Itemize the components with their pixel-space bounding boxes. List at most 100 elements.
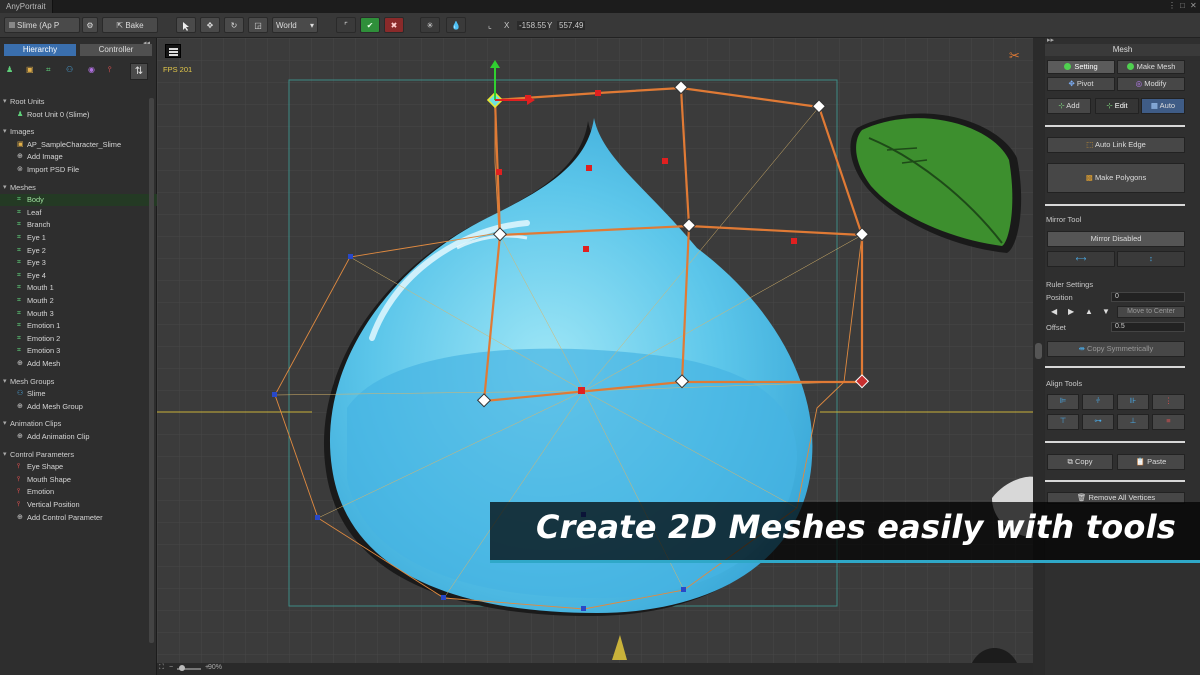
tree-item-label: Branch (27, 220, 51, 230)
arrow-up-icon[interactable]: ▲ (1085, 307, 1093, 316)
mesh-filter-icon[interactable]: ⌗ (46, 65, 60, 79)
tree-item-label: Emotion 3 (27, 346, 61, 356)
confirm-check-icon[interactable]: ✔ (360, 17, 380, 33)
tree-section-header[interactable]: Mesh Groups (0, 376, 158, 388)
position-input[interactable]: 0 (1111, 292, 1185, 302)
fit-icon[interactable]: ⛶ (159, 664, 164, 672)
edit-button[interactable]: ⊹ Edit (1095, 98, 1139, 114)
copy-icon: ⧉ (1067, 457, 1075, 466)
tree-section-header[interactable]: Meshes (0, 182, 158, 194)
tree-item-label: Add Control Parameter (27, 512, 103, 522)
paste-button[interactable]: 📋 Paste (1117, 454, 1185, 470)
mesh-icon: ⌗ (17, 259, 21, 267)
pivot-button[interactable]: ✥ Pivot (1047, 77, 1115, 91)
move-tool-icon[interactable]: ✥ (200, 17, 220, 33)
image-filter-icon[interactable]: ▣ (26, 65, 40, 79)
mesh-icon: ⌗ (17, 322, 21, 330)
tree-section-header[interactable]: Control Parameters (0, 449, 158, 461)
window-title-tab[interactable]: AnyPortrait (0, 0, 53, 13)
tree-section-header[interactable]: Root Units (0, 96, 158, 108)
scale-tool-icon[interactable]: ◲ (248, 17, 268, 33)
mesh-icon: ⌗ (17, 208, 21, 216)
tree-item-label: Eye 1 (27, 233, 46, 242)
arrow-down-icon[interactable]: ▼ (1102, 307, 1110, 316)
remove-all-vertices-label: Remove All Vertices (1088, 493, 1156, 502)
sort-icon[interactable]: ⇅ (130, 63, 148, 80)
modify-icon: ◎ (1135, 79, 1145, 88)
ruler-settings-label: Ruler Settings (1046, 280, 1094, 289)
copy-button[interactable]: ⧉ Copy (1047, 454, 1113, 470)
select-tool-icon[interactable] (176, 17, 196, 33)
coord-x-value[interactable]: -158.55 (517, 21, 549, 30)
settings-gear-icon[interactable]: ⚙ (82, 17, 98, 33)
viewport-canvas[interactable]: ✂ FPS 201 (157, 38, 1037, 663)
distribute-h-icon[interactable]: ⋮ (1152, 394, 1185, 410)
cancel-x-icon[interactable]: ✖ (384, 17, 404, 33)
move-to-center-button[interactable]: Move to Center (1117, 306, 1185, 318)
mesh-edit-tool-icon[interactable]: ⌜ (336, 17, 356, 33)
close-icon[interactable]: ✕ (1190, 1, 1197, 10)
color-drop-icon[interactable]: 💧 (446, 17, 466, 33)
zoom-out-icon[interactable]: − (169, 664, 173, 671)
tab-hierarchy[interactable]: Hierarchy (4, 44, 76, 56)
collapse-right-icon[interactable]: ▸▸ (1047, 36, 1054, 44)
align-top-icon[interactable]: ⊤ (1047, 414, 1079, 430)
mirror-disabled-button[interactable]: Mirror Disabled (1047, 231, 1185, 247)
auto-link-edge-label: Auto Link Edge (1094, 140, 1146, 149)
root-unit-filter-icon[interactable]: ♟ (6, 65, 20, 79)
bake-button[interactable]: ⇱ Bake (102, 17, 158, 33)
align-left-icon[interactable]: ⊫ (1047, 394, 1079, 410)
arrow-left-icon[interactable]: ◀ (1051, 307, 1057, 316)
coord-y-value[interactable]: 557.49 (557, 21, 586, 30)
offset-input[interactable]: 0.5 (1111, 322, 1185, 332)
align-center-v-icon[interactable]: ⊶ (1082, 414, 1114, 430)
space-select-value: World (276, 21, 297, 30)
make-mesh-button[interactable]: Make Mesh (1117, 60, 1185, 74)
space-select[interactable]: World ▾ (272, 17, 318, 33)
rotate-tool-icon[interactable]: ↻ (224, 17, 244, 33)
auto-link-edge-button[interactable]: ⬚ Auto Link Edge (1047, 137, 1185, 153)
mesh-icon: ⌗ (17, 221, 21, 229)
scissor-tool-icon[interactable]: ✂ (1009, 49, 1020, 64)
document-selector[interactable]: Slime (Ap P (4, 17, 80, 33)
make-polygons-button[interactable]: ▩ Make Polygons (1047, 163, 1185, 193)
setting-button[interactable]: Setting (1047, 60, 1115, 74)
tree-section-header[interactable]: Animation Clips (0, 418, 158, 430)
left-tabs: Hierarchy Controller (4, 44, 152, 56)
mesh-icon: ⌗ (17, 309, 21, 317)
add-button[interactable]: ⊹ Add (1047, 98, 1091, 114)
align-bottom-icon[interactable]: ⊥ (1117, 414, 1149, 430)
tree-section-header[interactable]: Images (0, 126, 158, 138)
viewport-bottom-bar: ⛶ − + 90% (157, 663, 1037, 675)
mirror-horizontal-icon[interactable]: ⟷ (1047, 251, 1115, 267)
distribute-v-icon[interactable]: ≡ (1152, 414, 1185, 430)
align-right-icon[interactable]: ⊪ (1117, 394, 1149, 410)
divider (1045, 204, 1185, 206)
menu-hamburger-icon[interactable] (165, 44, 181, 58)
hierarchy-scrollbar[interactable] (149, 98, 154, 643)
copy-symmetrically-button[interactable]: ⇼ Copy Symmetrically (1047, 341, 1185, 357)
onion-skin-icon[interactable]: ✳ (420, 17, 440, 33)
mirror-vertical-icon[interactable]: ↕ (1117, 251, 1185, 267)
scrollbar-thumb[interactable] (1035, 343, 1042, 359)
make-polygons-icon: ▩ (1085, 173, 1095, 182)
viewport-drawing: ✂ (157, 38, 1037, 663)
tab-controller[interactable]: Controller (80, 44, 152, 56)
viewport-vertical-scrollbar[interactable] (1033, 38, 1044, 675)
auto-button[interactable]: ▦ Auto (1141, 98, 1185, 114)
control-param-filter-icon[interactable]: ⫯ (108, 65, 122, 79)
animation-filter-icon[interactable]: ◉ (88, 65, 102, 79)
modify-button[interactable]: ◎ Modify (1117, 77, 1185, 91)
bake-label: Bake (125, 21, 144, 30)
edit-label: Edit (1114, 101, 1128, 110)
param-icon: ⫯ (17, 488, 21, 496)
mesh-group-filter-icon[interactable]: ⚇ (66, 65, 80, 79)
tree-item-label: Add Animation Clip (27, 432, 90, 441)
menu-icon[interactable]: ⋮ (1168, 1, 1176, 10)
tree-item-label: Leaf (27, 207, 42, 217)
maximize-icon[interactable]: □ (1180, 1, 1185, 10)
align-center-h-icon[interactable]: ⫩ (1082, 394, 1114, 410)
arrow-right-icon[interactable]: ▶ (1068, 307, 1074, 316)
divider (1045, 441, 1185, 443)
zoom-slider-thumb[interactable] (179, 665, 185, 671)
